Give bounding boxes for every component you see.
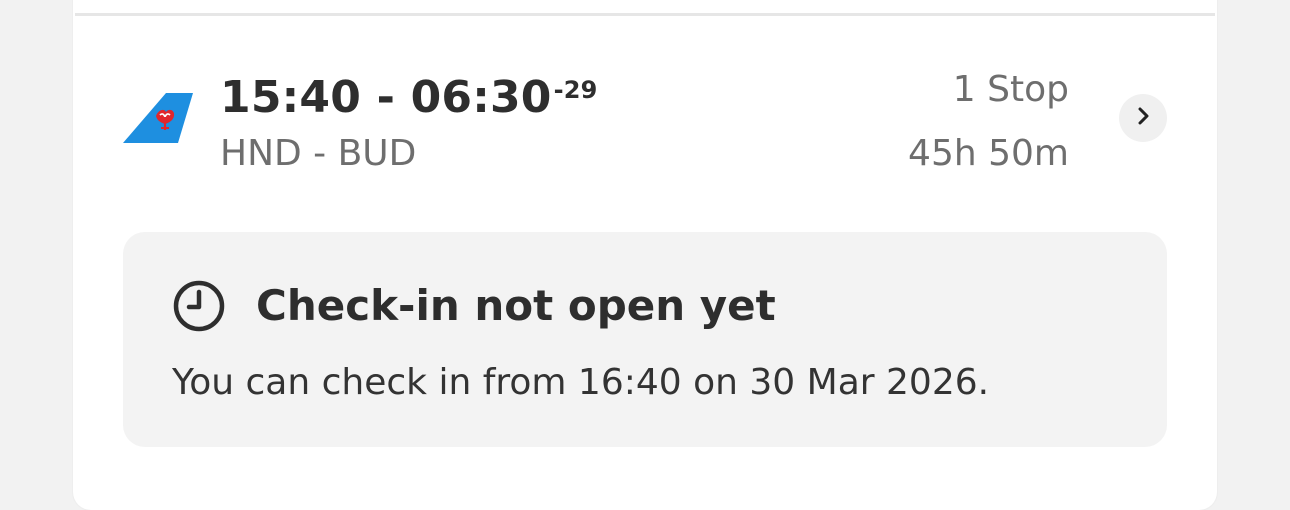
divider (75, 13, 1215, 16)
flight-route: HND - BUD (220, 133, 417, 174)
flight-duration: 45h 50m (908, 133, 1069, 174)
flight-details-button[interactable] (1119, 94, 1167, 142)
day-offset: -29 (553, 76, 598, 104)
checkin-title: Check-in not open yet (256, 281, 776, 330)
time-separator: - (361, 72, 411, 123)
arrival-time: 06:30 (410, 72, 552, 123)
checkin-message: You can check in from 16:40 on 30 Mar 20… (172, 362, 990, 403)
departure-time: 15:40 (220, 72, 362, 123)
clock-icon (171, 278, 227, 334)
flight-times: 15:40 - 06:30-29 (220, 64, 598, 124)
checkin-notice: Check-in not open yet You can check in f… (123, 232, 1167, 447)
stops-count: 1 Stop (952, 69, 1069, 110)
airline-logo (120, 90, 196, 146)
chevron-right-icon (1132, 105, 1154, 131)
